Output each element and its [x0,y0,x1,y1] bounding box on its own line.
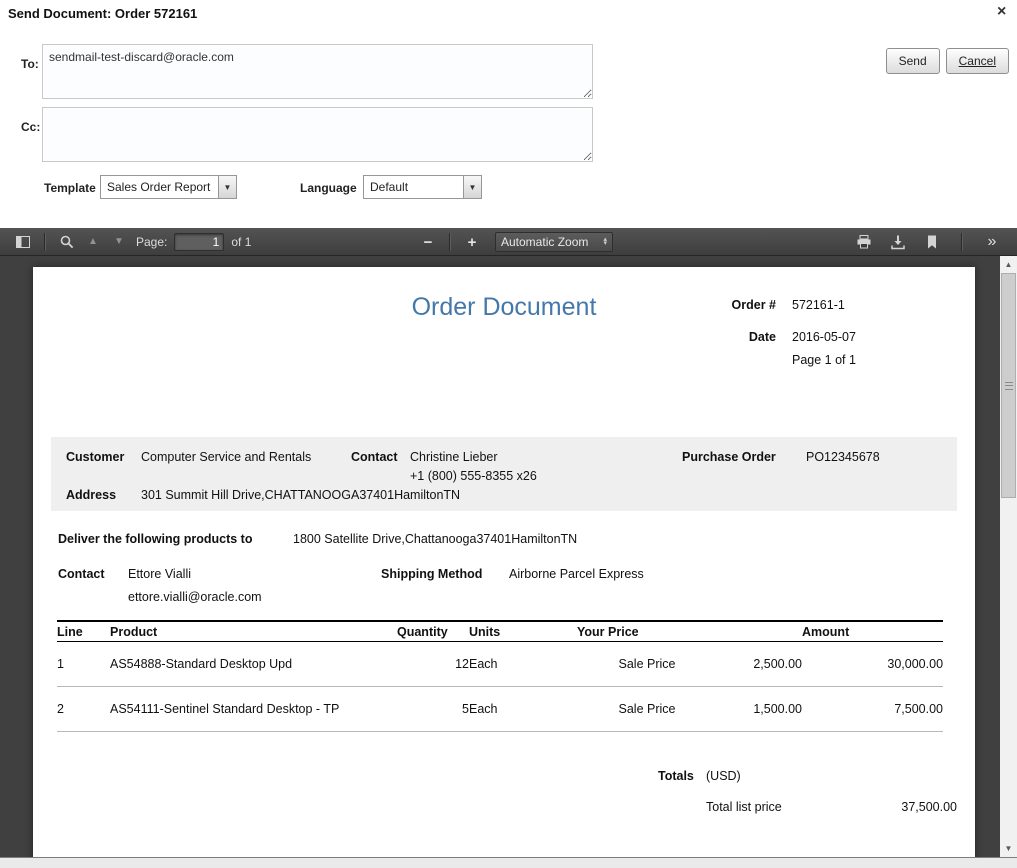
previous-page-icon[interactable]: ▲ [80,230,106,254]
cell-price: 1,500.00 [717,687,802,732]
zoom-select[interactable]: Automatic Zoom ▴▾ [495,232,613,252]
to-label: To: [21,57,39,71]
cell-line: 1 [57,642,110,687]
deliver-address: 1800 Satellite Drive,Chattanooga37401Ham… [293,532,577,546]
cc-input[interactable] [42,107,593,162]
cell-quantity: 5 [397,687,469,732]
totals-currency: (USD) [706,769,741,783]
cancel-button[interactable]: Cancel [946,48,1009,74]
scroll-down-icon[interactable]: ▼ [1000,840,1017,857]
cell-amount: 7,500.00 [802,687,943,732]
line-items-table: Line Product Quantity Units Your Price A… [57,620,943,732]
col-units: Units [469,621,577,642]
to-input[interactable]: sendmail-test-discard@oracle.com [42,44,593,99]
cell-price-type: Sale Price [577,642,717,687]
contact-name: Christine Lieber [410,450,498,464]
cell-price: 2,500.00 [717,642,802,687]
customer-label: Customer [66,450,124,464]
template-select-value: Sales Order Report [101,176,218,198]
language-select-value: Default [364,176,463,198]
bookmark-icon[interactable] [919,230,945,254]
search-icon[interactable] [54,230,80,254]
col-amount: Amount [802,621,943,642]
next-page-icon[interactable]: ▼ [106,230,132,254]
cell-quantity: 12 [397,642,469,687]
zoom-controls: − + Automatic Zoom ▴▾ [415,228,613,256]
col-product: Product [110,621,397,642]
shipping-method-value: Airborne Parcel Express [509,567,644,581]
template-select[interactable]: Sales Order Report ▼ [100,175,237,199]
col-line: Line [57,621,110,642]
zoom-out-icon[interactable]: − [415,230,441,254]
toolbar-right-group: » [851,228,1005,256]
scrollbar-thumb[interactable] [1001,273,1016,498]
zoom-in-icon[interactable]: + [459,230,485,254]
window-bottom-strip [0,857,1017,868]
action-buttons: Send Cancel [886,48,1009,74]
select-carets-icon: ▴▾ [603,238,607,246]
purchase-order-value: PO12345678 [806,450,880,464]
table-header-row: Line Product Quantity Units Your Price A… [57,621,943,642]
cc-label: Cc: [21,120,40,134]
print-icon[interactable] [851,230,877,254]
scroll-up-icon[interactable]: ▲ [1000,256,1017,273]
purchase-order-label: Purchase Order [682,450,776,464]
cell-units: Each [469,642,577,687]
cell-amount: 30,000.00 [802,642,943,687]
cell-product: AS54111-Sentinel Standard Desktop - TP [110,687,397,732]
deliver-label: Deliver the following products to [58,532,252,546]
order-number: 572161-1 [792,298,845,312]
total-list-price-label: Total list price [706,800,782,814]
totals-label: Totals [658,769,694,783]
scrollbar-grip [1005,382,1013,390]
customer-value: Computer Service and Rentals [141,450,311,464]
col-quantity: Quantity [397,621,469,642]
cell-product: AS54888-Standard Desktop Upd [110,642,397,687]
close-icon[interactable]: × [997,4,1006,20]
chevron-down-icon: ▼ [463,176,481,198]
contact-phone: +1 (800) 555-8355 x26 [410,469,537,483]
ship-contact-label: Contact [58,567,105,581]
total-list-price-value: 37,500.00 [793,800,957,814]
order-number-label: Order # [593,298,776,312]
toolbar-separator [44,233,46,251]
table-row: 1 AS54888-Standard Desktop Upd 12 Each S… [57,642,943,687]
contact-label: Contact [351,450,398,464]
ship-contact-email: ettore.vialli@oracle.com [128,590,262,604]
ship-contact-name: Ettore Vialli [128,567,191,581]
pdf-content-area: Order Document Order # 572161-1 Date 201… [0,256,1017,857]
download-icon[interactable] [885,230,911,254]
dialog-title: Send Document: Order 572161 [8,6,197,21]
pdf-scrollbar[interactable]: ▲ ▼ [1000,256,1017,857]
customer-section: Customer Computer Service and Rentals Co… [51,437,957,511]
pdf-viewer: ▲ ▼ Page: of 1 − + Automatic Zoom ▴▾ [0,228,1017,857]
sidebar-toggle-icon[interactable] [10,230,36,254]
zoom-select-value: Automatic Zoom [501,235,588,249]
toolbar-separator [449,233,451,251]
more-tools-icon[interactable]: » [979,230,1005,254]
page-count: of 1 [231,235,251,249]
col-your-price: Your Price [577,621,802,642]
date-value: 2016-05-07 [792,330,856,344]
cell-price-type: Sale Price [577,687,717,732]
page-input[interactable] [174,233,224,251]
language-select[interactable]: Default ▼ [363,175,482,199]
page-info: Page 1 of 1 [792,353,856,367]
send-document-dialog: Send Document: Order 572161 × To: sendma… [0,0,1017,868]
chevron-down-icon: ▼ [218,176,236,198]
address-value: 301 Summit Hill Drive,CHATTANOOGA37401Ha… [141,488,460,502]
address-label: Address [66,488,116,502]
language-label: Language [300,181,357,195]
template-label: Template [44,181,96,195]
shipping-method-label: Shipping Method [381,567,482,581]
table-row: 2 AS54111-Sentinel Standard Desktop - TP… [57,687,943,732]
cell-line: 2 [57,687,110,732]
send-button[interactable]: Send [886,48,940,74]
toolbar-separator [961,233,963,251]
pdf-toolbar: ▲ ▼ Page: of 1 − + Automatic Zoom ▴▾ [0,228,1017,256]
pdf-page: Order Document Order # 572161-1 Date 201… [33,267,975,857]
date-label: Date [593,330,776,344]
page-label: Page: [136,235,167,249]
cell-units: Each [469,687,577,732]
